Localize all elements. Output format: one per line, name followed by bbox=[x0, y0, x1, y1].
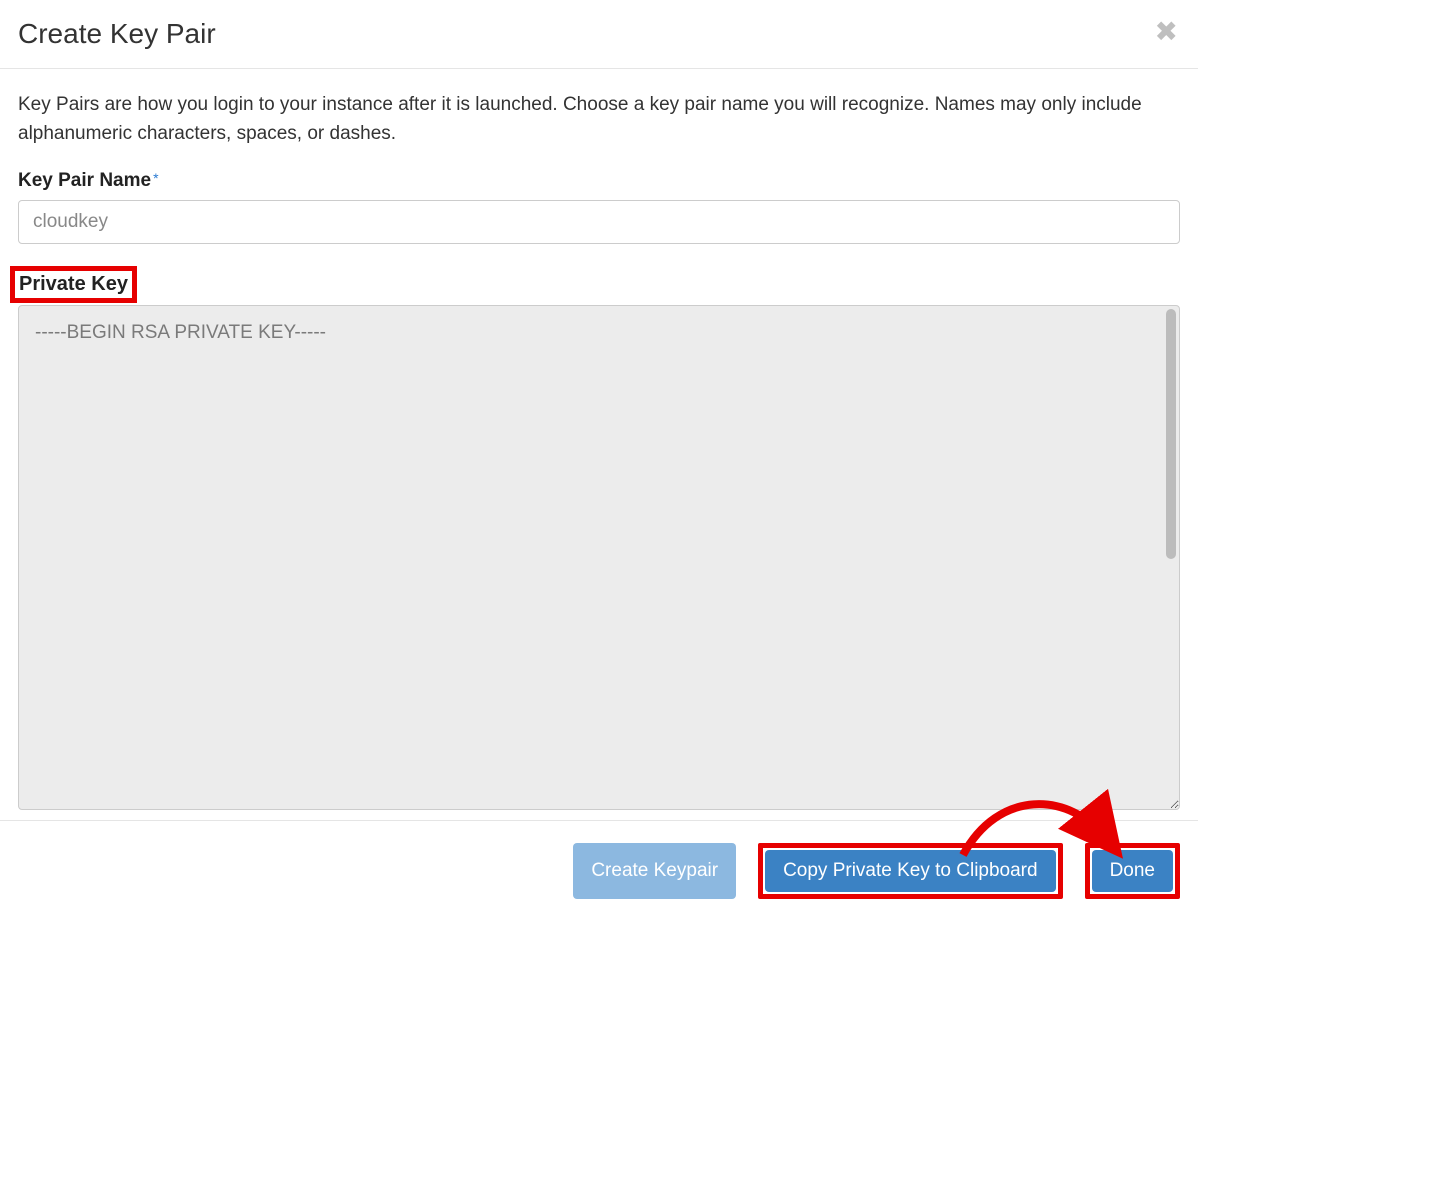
private-key-label: Private Key bbox=[19, 273, 128, 295]
modal-body: Key Pairs are how you login to your inst… bbox=[0, 69, 1198, 820]
done-button[interactable]: Done bbox=[1092, 850, 1173, 892]
keypair-name-label: Key Pair Name bbox=[18, 170, 151, 192]
keypair-name-input[interactable] bbox=[18, 200, 1180, 244]
create-keypair-button[interactable]: Create Keypair bbox=[573, 843, 736, 899]
private-key-label-highlight: Private Key bbox=[10, 266, 137, 303]
done-button-highlight: Done bbox=[1085, 843, 1180, 899]
close-icon[interactable]: ✖ bbox=[1155, 18, 1180, 46]
private-key-textarea[interactable]: -----BEGIN RSA PRIVATE KEY----- bbox=[18, 305, 1180, 810]
modal-footer: Create Keypair Copy Private Key to Clipb… bbox=[0, 820, 1198, 925]
copy-private-key-button[interactable]: Copy Private Key to Clipboard bbox=[765, 850, 1056, 892]
private-key-textarea-wrap: -----BEGIN RSA PRIVATE KEY----- bbox=[18, 305, 1180, 810]
modal-header: Create Key Pair ✖ bbox=[0, 0, 1198, 69]
description-text: Key Pairs are how you login to your inst… bbox=[18, 91, 1180, 148]
required-star-icon: * bbox=[153, 170, 158, 186]
copy-button-highlight: Copy Private Key to Clipboard bbox=[758, 843, 1063, 899]
modal-title: Create Key Pair bbox=[18, 18, 216, 50]
